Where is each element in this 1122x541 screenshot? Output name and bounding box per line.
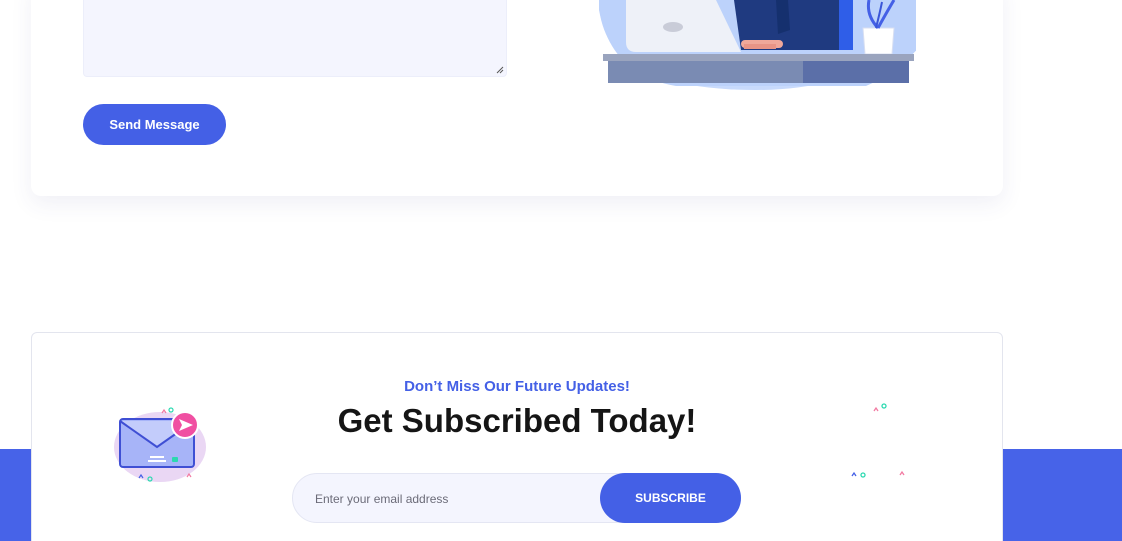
subscribe-button[interactable]: SUBSCRIBE <box>600 473 741 523</box>
message-textarea[interactable] <box>83 0 507 77</box>
email-input[interactable] <box>313 484 597 514</box>
page: Send Message Don’t Miss Our Future Updat… <box>0 0 1122 541</box>
subscribe-tagline: Don’t Miss Our Future Updates! <box>404 378 630 395</box>
subscribe-card: Don’t Miss Our Future Updates! Get Subsc… <box>31 332 1003 541</box>
resize-handle-icon[interactable] <box>496 66 504 74</box>
send-message-button[interactable]: Send Message <box>83 104 226 145</box>
subscribe-form: SUBSCRIBE <box>292 473 741 523</box>
person-at-desk-illustration <box>599 0 916 90</box>
confetti-decoration <box>851 403 905 478</box>
